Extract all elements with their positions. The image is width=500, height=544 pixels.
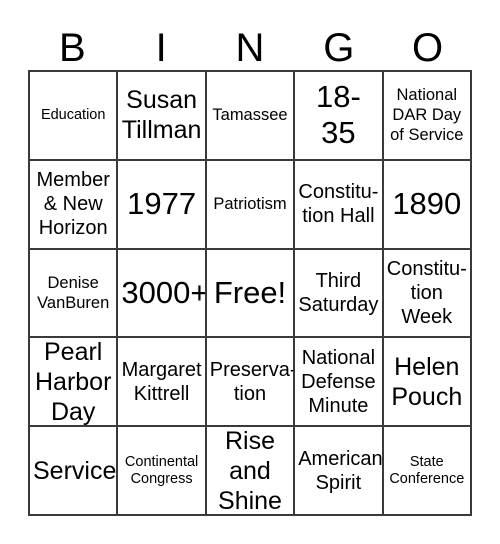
bingo-cell[interactable]: National Defense Minute	[295, 338, 384, 428]
bingo-cell[interactable]: Margaret Kittrell	[118, 338, 207, 428]
bingo-header: B I N G O	[28, 16, 472, 70]
bingo-cell-label: Free!	[213, 274, 287, 310]
bingo-cell-label: 18- 35	[315, 79, 361, 151]
bingo-cell-label: Constitu- tion Hall	[298, 181, 379, 228]
bingo-cell-label: State Conference	[389, 453, 465, 487]
bingo-cell[interactable]: Pearl Harbor Day	[30, 338, 119, 428]
bingo-cell-label: Tamassee	[212, 106, 288, 125]
bingo-header-letter-n: N	[235, 26, 265, 70]
bingo-cell-label: National Defense Minute	[301, 346, 376, 417]
bingo-cell-label: Pearl Harbor Day	[34, 338, 112, 426]
bingo-cell-label: Susan Tillman	[121, 86, 202, 145]
bingo-cell[interactable]: 3000+	[118, 249, 207, 339]
bingo-cell-label: Patriotism	[213, 195, 287, 214]
bingo-cell[interactable]: National DAR Day of Service	[383, 72, 472, 161]
bingo-cell[interactable]: Education	[30, 72, 119, 161]
bingo-cell-label: American Spirit	[298, 447, 383, 494]
bingo-cell[interactable]: Continental Congress	[118, 427, 207, 516]
bingo-cell[interactable]: Patriotism	[206, 160, 296, 250]
bingo-cell[interactable]: Service	[30, 427, 119, 516]
bingo-cell[interactable]: Susan Tillman	[118, 72, 207, 161]
bingo-cell-label: Helen Pouch	[391, 352, 463, 411]
bingo-cell[interactable]: Preserva- tion	[206, 338, 296, 428]
bingo-header-letter-g: G	[323, 26, 355, 70]
bingo-cell-label: 3000+	[121, 274, 207, 310]
bingo-cell[interactable]: Helen Pouch	[383, 338, 472, 428]
bingo-cell[interactable]: State Conference	[383, 427, 472, 516]
bingo-cell-label: 1977	[127, 186, 197, 222]
bingo-header-letter-i: I	[155, 26, 167, 70]
bingo-cell-label: Continental Congress	[124, 453, 199, 487]
bingo-cell[interactable]: American Spirit	[295, 427, 384, 516]
bingo-cell-label: National DAR Day of Service	[390, 86, 464, 145]
bingo-cell-label: Member & New Horizon	[36, 169, 110, 240]
bingo-cell[interactable]: Denise VanBuren	[30, 249, 119, 339]
bingo-cell-label: Rise and Shine	[218, 427, 282, 515]
bingo-cell-label: Preserva- tion	[209, 358, 296, 405]
bingo-cell[interactable]: 1977	[118, 160, 207, 250]
bingo-cell[interactable]: Third Saturday	[295, 249, 384, 339]
bingo-cell[interactable]: 1890	[383, 160, 472, 250]
bingo-grid: Education Susan Tillman Tamassee 18- 35 Nati…	[28, 70, 472, 516]
bingo-cell[interactable]: Constitu- tion Hall	[295, 160, 384, 250]
bingo-cell-label: Margaret Kittrell	[121, 358, 202, 405]
bingo-cell[interactable]: Free!	[206, 249, 296, 339]
bingo-cell[interactable]: Tamassee	[206, 72, 296, 161]
bingo-cell-label: Constitu- tion Week	[386, 257, 467, 328]
bingo-cell-label: Denise VanBuren	[37, 273, 110, 312]
bingo-cell-label: Education	[40, 106, 106, 123]
bingo-cell-label: 1890	[392, 186, 462, 222]
bingo-cell[interactable]: Member & New Horizon	[30, 160, 119, 250]
bingo-cell[interactable]: Constitu- tion Week	[383, 249, 472, 339]
bingo-cell-label: Third Saturday	[298, 269, 379, 316]
bingo-cell[interactable]: Rise and Shine	[206, 427, 296, 516]
bingo-header-letter-o: O	[412, 26, 444, 70]
bingo-cell[interactable]: 18- 35	[295, 72, 384, 161]
bingo-cell-label: Service	[33, 456, 117, 485]
bingo-card: B I N G O Education Susan Tillman Tamassee…	[28, 16, 472, 516]
bingo-header-letter-b: B	[59, 26, 86, 70]
